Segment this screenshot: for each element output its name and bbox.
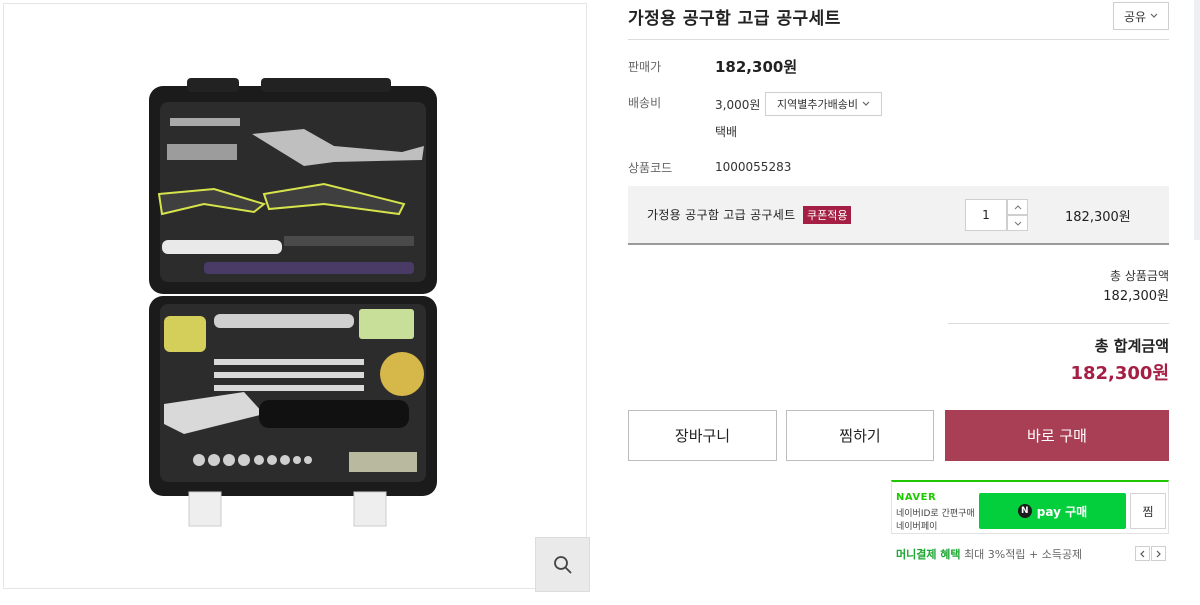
benefit-next-button[interactable] bbox=[1151, 546, 1166, 561]
product-image bbox=[149, 78, 437, 527]
share-label: 공유 bbox=[1123, 9, 1147, 24]
benefit-title: 머니결제 혜택 bbox=[896, 548, 961, 561]
naver-pay-widget: NAVER 네이버ID로 간편구매 네이버페이 N pay 구매 찜 bbox=[891, 480, 1169, 534]
shipping-fee: 3,000원 bbox=[715, 98, 761, 112]
subtotal-value: 182,300원 bbox=[1103, 289, 1169, 304]
subtotal-label: 총 상품금액 bbox=[1109, 269, 1169, 283]
chevron-down-icon bbox=[1150, 13, 1158, 18]
product-title: 가정용 공구함 고급 공구세트 bbox=[628, 9, 841, 29]
chevron-left-icon bbox=[1140, 550, 1145, 557]
product-code-label: 상품코드 bbox=[628, 161, 673, 175]
chevron-up-icon bbox=[1014, 204, 1021, 209]
naver-benefit-row: 머니결제 혜택 최대 3%적립 + 소득공제 bbox=[896, 546, 1082, 562]
option-name: 가정용 공구함 고급 공구세트 bbox=[647, 208, 796, 222]
total-label: 총 합계금액 bbox=[1094, 337, 1169, 355]
naver-pay-wish-button[interactable]: 찜 bbox=[1130, 493, 1166, 529]
naver-pay-description: 네이버ID로 간편구매 bbox=[896, 509, 975, 519]
quantity-decrease-button[interactable] bbox=[1007, 215, 1028, 231]
add-to-cart-button[interactable]: 장바구니 bbox=[628, 410, 777, 461]
sale-price-label: 판매가 bbox=[628, 60, 662, 74]
wishlist-button[interactable]: 찜하기 bbox=[786, 410, 934, 461]
naver-n-icon: N bbox=[1017, 504, 1032, 518]
option-price: 182,300원 bbox=[1065, 210, 1131, 225]
benefit-prev-button[interactable] bbox=[1135, 546, 1150, 561]
quantity-input[interactable]: 1 bbox=[965, 199, 1007, 231]
benefit-text: 최대 3%적립 + 소득공제 bbox=[964, 548, 1083, 561]
product-code: 1000055283 bbox=[715, 160, 792, 174]
title-divider bbox=[628, 39, 1169, 40]
totals-divider bbox=[948, 323, 1169, 324]
naver-logo: NAVER bbox=[896, 492, 937, 503]
chevron-right-icon bbox=[1156, 550, 1161, 557]
share-button[interactable]: 공유 bbox=[1113, 2, 1169, 30]
page-edge-strip bbox=[1194, 0, 1200, 240]
shipping-option-select[interactable]: 지역별추가배송비 bbox=[765, 92, 882, 116]
chevron-down-icon bbox=[1014, 221, 1021, 226]
shipping-option-label: 지역별추가배송비 bbox=[777, 98, 858, 111]
magnifier-icon bbox=[553, 555, 572, 574]
chevron-down-icon bbox=[862, 101, 870, 106]
total-value: 182,300원 bbox=[1070, 363, 1169, 384]
buy-now-button[interactable]: 바로 구매 bbox=[945, 410, 1169, 461]
zoom-button[interactable] bbox=[535, 537, 590, 592]
naver-pay-buy-label: pay 구매 bbox=[1036, 504, 1088, 519]
shipping-method: 택배 bbox=[715, 125, 738, 139]
shipping-label: 배송비 bbox=[628, 96, 662, 110]
sale-price: 182,300원 bbox=[715, 58, 798, 76]
product-image-panel bbox=[3, 3, 590, 592]
naver-pay-buy-button[interactable]: N pay 구매 bbox=[979, 493, 1126, 529]
naver-pay-label: 네이버페이 bbox=[896, 522, 938, 532]
coupon-badge: 쿠폰적용 bbox=[803, 206, 852, 224]
quantity-increase-button[interactable] bbox=[1007, 199, 1028, 215]
selected-option-box: 가정용 공구함 고급 공구세트 쿠폰적용 1 182,300원 bbox=[628, 186, 1169, 245]
